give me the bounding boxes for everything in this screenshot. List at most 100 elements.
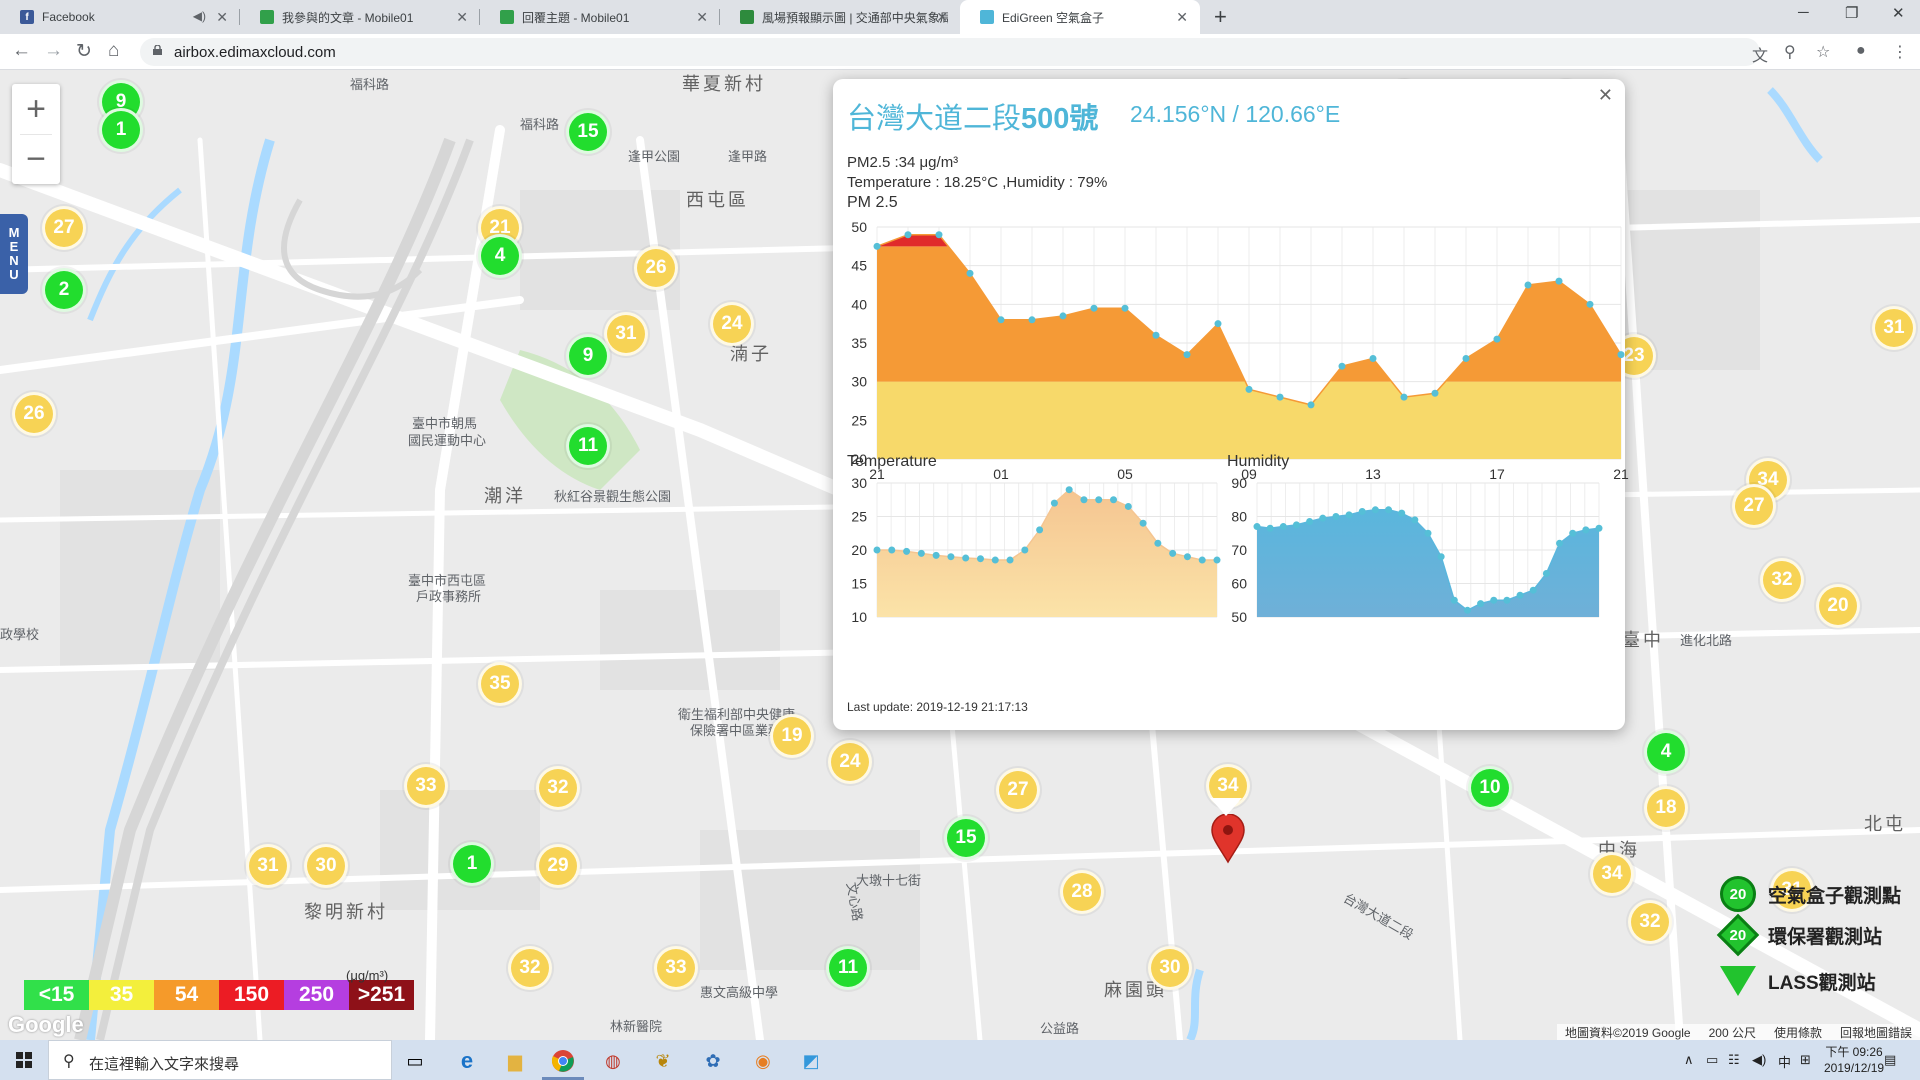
edge-icon[interactable]: e — [454, 1048, 480, 1074]
app-icon[interactable]: ✿ — [700, 1048, 726, 1074]
station-marker[interactable]: 11 — [566, 424, 610, 468]
station-marker[interactable]: 30 — [304, 844, 348, 888]
network-icon[interactable]: ☷ — [1728, 1052, 1740, 1068]
system-clock[interactable]: 下午 09:26 2019/12/19 — [1824, 1044, 1884, 1076]
minimize-icon[interactable]: ─ — [1798, 4, 1809, 21]
station-marker[interactable]: 24 — [828, 740, 872, 784]
taskbar-search-input[interactable]: ⚲ 在這裡輸入文字來搜尋 — [48, 1040, 392, 1080]
tab-cwb-wind[interactable]: 風場預報顯示圖 | 交通部中央氣象局 ✕ — [720, 0, 960, 34]
ime-indicator[interactable]: 中 — [1778, 1052, 1791, 1071]
speaker-icon[interactable]: ◀) — [193, 9, 206, 23]
station-marker[interactable]: 15 — [944, 816, 988, 860]
translate-icon[interactable]: 文 — [1752, 42, 1768, 66]
location-pin-icon[interactable] — [1211, 814, 1245, 864]
task-view-icon[interactable]: ▭ — [402, 1048, 428, 1074]
station-marker[interactable]: 19 — [770, 714, 814, 758]
back-arrow-icon[interactable]: ← — [12, 40, 31, 62]
station-marker[interactable]: 34 — [1590, 852, 1634, 896]
legend-swatch: <15 — [24, 980, 89, 1010]
new-tab-icon[interactable]: + — [1214, 4, 1227, 30]
station-marker[interactable]: 4 — [478, 234, 522, 278]
zoom-out-button[interactable]: − — [12, 134, 60, 184]
station-marker[interactable]: 2 — [42, 268, 86, 312]
bookmark-star-icon[interactable]: ☆ — [1816, 42, 1830, 62]
facebook-favicon-icon: f — [20, 10, 34, 24]
tab-facebook[interactable]: f Facebook ◀) ✕ — [0, 0, 240, 34]
station-marker[interactable]: 32 — [508, 946, 552, 990]
zoom-icon[interactable]: ⚲ — [1784, 42, 1796, 62]
y-tick-label: 90 — [1231, 475, 1247, 491]
station-marker[interactable]: 15 — [566, 110, 610, 154]
file-explorer-icon[interactable]: ▆ — [502, 1048, 528, 1074]
windows-start-icon[interactable] — [16, 1052, 32, 1068]
data-point — [1477, 600, 1485, 608]
station-marker[interactable]: 33 — [654, 946, 698, 990]
station-marker[interactable]: 31 — [1872, 306, 1916, 350]
data-point — [1595, 524, 1603, 532]
reload-icon[interactable]: ↻ — [76, 40, 92, 63]
station-marker[interactable]: 27 — [42, 206, 86, 250]
station-marker[interactable]: 33 — [404, 764, 448, 808]
tab-close-icon[interactable]: ✕ — [216, 9, 228, 26]
station-marker[interactable]: 27 — [996, 768, 1040, 812]
tab-close-icon[interactable]: ✕ — [936, 9, 948, 26]
zoom-in-button[interactable]: + — [12, 84, 60, 134]
close-window-icon[interactable]: ✕ — [1892, 4, 1905, 22]
account-icon[interactable]: ● — [1856, 42, 1866, 60]
map-attribution: 地圖資料©2019 Google 200 公尺 使用條款 回報地圖錯誤 — [1557, 1024, 1920, 1040]
search-icon: ⚲ — [63, 1053, 75, 1070]
map-label: 惠文高級中學 — [700, 985, 779, 1000]
address-bar[interactable]: airbox.edimaxcloud.com — [140, 38, 1760, 66]
tab-edigreen[interactable]: EdiGreen 空氣盒子 ✕ — [960, 0, 1200, 34]
data-point — [1490, 596, 1498, 604]
station-marker[interactable]: 29 — [536, 844, 580, 888]
station-marker[interactable]: 11 — [826, 946, 870, 990]
tab-close-icon[interactable]: ✕ — [456, 9, 468, 26]
key-epa: 20 環保署觀測站 — [1716, 913, 1882, 957]
station-marker[interactable]: 31 — [604, 312, 648, 356]
volume-icon[interactable]: ◀) — [1752, 1052, 1766, 1068]
ime-mode-icon[interactable]: ⊞ — [1800, 1052, 1811, 1068]
tray-chevron-icon[interactable]: ∧ — [1684, 1052, 1694, 1068]
station-marker[interactable]: 9 — [566, 334, 610, 378]
station-marker[interactable]: 32 — [1628, 900, 1672, 944]
battery-icon[interactable]: ▭ — [1706, 1052, 1718, 1068]
tab-close-icon[interactable]: ✕ — [696, 9, 708, 26]
station-marker[interactable]: 18 — [1644, 786, 1688, 830]
tab-mobile01-articles[interactable]: 我參與的文章 - Mobile01 ✕ — [240, 0, 480, 34]
station-marker[interactable]: 24 — [710, 302, 754, 346]
station-marker[interactable]: 26 — [12, 392, 56, 436]
station-marker[interactable]: 35 — [478, 662, 522, 706]
station-marker[interactable]: 1 — [450, 842, 494, 886]
map-label: 國民運動中心 — [408, 433, 487, 448]
more-menu-icon[interactable]: ⋮ — [1892, 42, 1908, 62]
station-marker[interactable]: 26 — [634, 246, 678, 290]
zoom-control: + − — [12, 84, 60, 184]
notification-icon[interactable]: ▤ — [1884, 1052, 1896, 1068]
tab-title: EdiGreen 空氣盒子 — [1002, 10, 1105, 25]
terms-link[interactable]: 使用條款 — [1774, 1024, 1822, 1041]
chrome-icon[interactable] — [542, 1048, 584, 1080]
station-marker[interactable]: 30 — [1148, 946, 1192, 990]
station-marker[interactable]: 27 — [1732, 484, 1776, 528]
forward-arrow-icon[interactable]: → — [44, 40, 63, 62]
station-marker[interactable]: 4 — [1644, 730, 1688, 774]
menu-button[interactable]: MENU — [0, 214, 28, 294]
home-icon[interactable]: ⌂ — [108, 40, 119, 62]
station-marker[interactable]: 31 — [246, 844, 290, 888]
tab-title: 我參與的文章 - Mobile01 — [282, 10, 414, 25]
tab-mobile01-reply[interactable]: 回覆主題 - Mobile01 ✕ — [480, 0, 720, 34]
station-marker[interactable]: 1 — [99, 108, 143, 152]
app-icon[interactable]: ◍ — [600, 1048, 626, 1074]
station-marker[interactable]: 32 — [536, 766, 580, 810]
station-marker[interactable]: 20 — [1816, 584, 1860, 628]
app-icon[interactable]: ◉ — [750, 1048, 776, 1074]
report-error-link[interactable]: 回報地圖錯誤 — [1840, 1024, 1912, 1041]
station-marker[interactable]: 10 — [1468, 766, 1512, 810]
maximize-icon[interactable]: ❐ — [1845, 4, 1858, 22]
tab-close-icon[interactable]: ✕ — [1176, 9, 1188, 26]
app-icon[interactable]: ❦ — [650, 1048, 676, 1074]
station-marker[interactable]: 32 — [1760, 558, 1804, 602]
app-icon[interactable]: ◩ — [798, 1048, 824, 1074]
station-marker[interactable]: 28 — [1060, 870, 1104, 914]
